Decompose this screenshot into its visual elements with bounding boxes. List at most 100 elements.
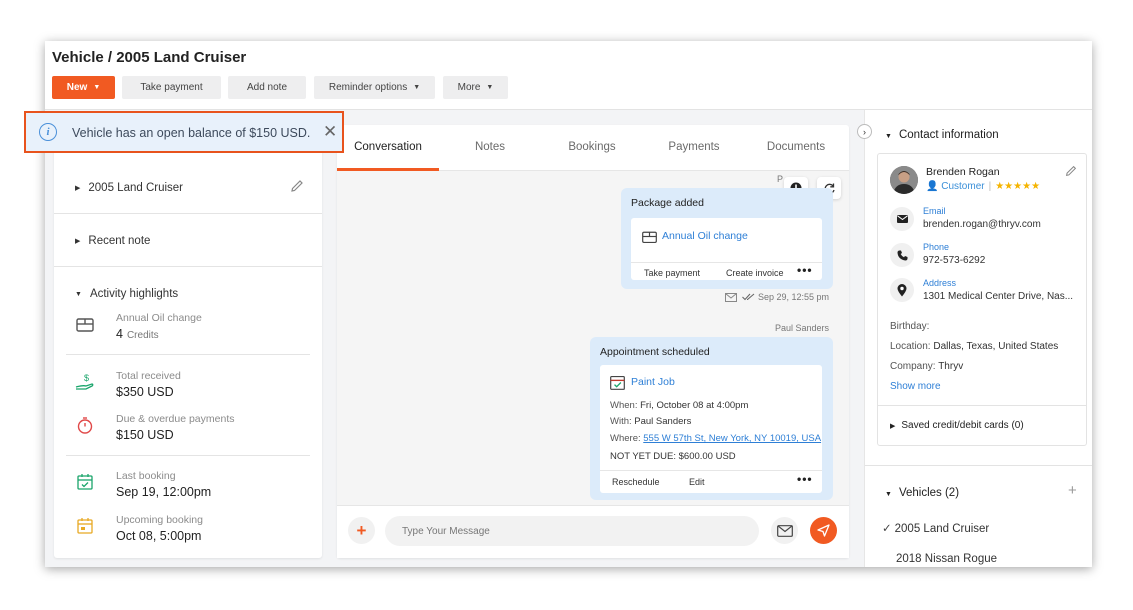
reschedule-action[interactable]: Reschedule: [612, 477, 660, 487]
saved-cards-label: Saved credit/debit cards (0): [901, 420, 1024, 431]
birthday-row: Birthday:: [890, 321, 929, 332]
vehicles-label: Vehicles (2): [898, 487, 960, 499]
vehicle-list-item-selected[interactable]: ✓ 2005 Land Cruiser: [882, 521, 989, 535]
phone-icon: [897, 250, 907, 260]
add-vehicle-icon[interactable]: +: [1068, 482, 1077, 499]
company-label: Company:: [890, 361, 936, 372]
separator: |: [988, 181, 992, 192]
location-label: Location:: [890, 341, 931, 352]
package-item-link[interactable]: Annual Oil change: [662, 230, 748, 242]
divider: [54, 213, 322, 214]
highlight-label: Annual Oil change: [116, 312, 202, 324]
address-label: Address: [923, 278, 957, 288]
credit-unit: Credits: [126, 330, 159, 341]
checkmark-icon: ✓: [882, 523, 892, 535]
caret-down-icon: ▼: [885, 133, 892, 140]
appointment-due-status: NOT YET DUE: $600.00 USD: [610, 451, 736, 462]
appointment-service-link[interactable]: Paint Job: [631, 376, 675, 388]
highlight-value: Sep 19, 12:00pm: [116, 485, 212, 499]
email-value[interactable]: brenden.rogan@thryv.com: [923, 219, 1041, 230]
tab-bar: Conversation Notes Bookings Payments Doc…: [337, 125, 849, 171]
tab-payments[interactable]: Payments: [643, 141, 745, 153]
where-label: Where:: [610, 433, 641, 444]
highlight-label: Due & overdue payments: [116, 413, 235, 425]
edit-pencil-icon[interactable]: [1064, 164, 1078, 178]
take-payment-button[interactable]: Take payment: [122, 76, 221, 99]
highlight-value: $150 USD: [116, 428, 174, 442]
double-check-icon: [742, 293, 755, 301]
add-attachment-button[interactable]: +: [348, 517, 375, 544]
vehicle-name-row[interactable]: ▶ 2005 Land Cruiser: [54, 180, 322, 196]
avatar: [890, 166, 918, 194]
email-channel-button[interactable]: [771, 517, 798, 544]
tab-documents[interactable]: Documents: [745, 141, 847, 153]
phone-row-icon: [890, 243, 914, 267]
highlight-label: Last booking: [116, 470, 176, 482]
message-input[interactable]: [385, 516, 759, 546]
contact-role-row: 👤 Customer | ★★★★★: [926, 181, 1040, 192]
info-icon: i: [39, 123, 57, 141]
take-payment-action[interactable]: Take payment: [644, 268, 700, 278]
vehicles-header[interactable]: ▼ Vehicles (2): [885, 487, 959, 499]
address-link[interactable]: 555 W 57th St, New York, NY 10019, USA: [643, 433, 821, 444]
contact-role: Customer: [941, 181, 985, 192]
divider: [878, 405, 1086, 406]
banner-message: Vehicle has an open balance of $150 USD.: [72, 126, 311, 140]
message-thread[interactable]: P Package added Annual Oil change Take p…: [337, 171, 849, 505]
tab-notes[interactable]: Notes: [439, 141, 541, 153]
address-value[interactable]: 1301 Medical Center Drive, Nas...: [923, 291, 1073, 302]
person-avatar-icon: [890, 166, 918, 194]
vehicle-list-item[interactable]: 2018 Nissan Rogue: [896, 553, 997, 565]
more-button[interactable]: More ▼: [443, 76, 508, 99]
location-value: Dallas, Texas, United States: [933, 341, 1059, 352]
close-icon[interactable]: ✕: [323, 122, 337, 142]
more-options-icon[interactable]: •••: [797, 472, 813, 486]
add-note-button[interactable]: Add note: [228, 76, 306, 99]
more-button-label: More: [457, 82, 481, 93]
contact-information-header[interactable]: ▼ Contact information: [885, 129, 999, 141]
collapse-panel-button[interactable]: ›: [857, 124, 872, 139]
company-row: Company: Thryv: [890, 361, 963, 372]
message-timestamp: Sep 29, 12:55 pm: [758, 292, 830, 302]
rating-stars: ★★★★★: [995, 181, 1041, 192]
location-row: Location: Dallas, Texas, United States: [890, 341, 1058, 352]
send-icon: [817, 524, 830, 537]
caret-down-icon: ▼: [93, 84, 101, 91]
stopwatch-icon: [77, 417, 93, 434]
divider: [600, 470, 822, 471]
map-pin-icon: [897, 283, 907, 296]
divider: [631, 262, 822, 263]
send-button[interactable]: [810, 517, 837, 544]
envelope-icon: [776, 524, 793, 537]
activity-highlights-row[interactable]: ▼ Activity highlights: [54, 286, 322, 302]
caret-down-icon: ▼: [75, 290, 82, 298]
caret-right-icon: ▶: [75, 185, 81, 192]
show-more-link[interactable]: Show more: [890, 381, 941, 392]
recent-note-row[interactable]: ▶ Recent note: [54, 233, 322, 249]
caret-down-icon: ▼: [885, 491, 892, 498]
credit-count: 4: [116, 327, 123, 341]
with-label: With:: [610, 416, 632, 427]
section-label: Contact information: [898, 129, 999, 141]
create-invoice-action[interactable]: Create invoice: [726, 268, 784, 278]
reminder-options-button[interactable]: Reminder options ▼: [314, 76, 435, 99]
tab-conversation[interactable]: Conversation: [337, 141, 439, 153]
page-title: Vehicle / 2005 Land Cruiser: [52, 49, 247, 66]
calendar-check-icon: [610, 375, 625, 390]
address-row-icon: [890, 278, 914, 302]
package-icon: [76, 318, 94, 332]
saved-cards-row[interactable]: ▶ Saved credit/debit cards (0): [890, 420, 1024, 431]
card-title: Package added: [631, 197, 704, 209]
highlight-label: Upcoming booking: [116, 514, 203, 526]
highlight-upcoming-booking: Upcoming booking Oct 08, 5:00pm: [75, 514, 315, 550]
more-options-icon[interactable]: •••: [797, 263, 813, 277]
new-button[interactable]: New ▼: [52, 76, 115, 99]
message-sender: Paul Sanders: [775, 323, 830, 333]
highlight-value: Oct 08, 5:00pm: [116, 529, 202, 543]
edit-pencil-icon[interactable]: [289, 178, 305, 194]
package-timestamp-row: Sep 29, 12:55 pm: [725, 292, 829, 302]
contact-card: Brenden Rogan 👤 Customer | ★★★★★ Email bre…: [877, 153, 1087, 446]
edit-action[interactable]: Edit: [689, 477, 705, 487]
phone-value[interactable]: 972-573-6292: [923, 255, 985, 266]
tab-bookings[interactable]: Bookings: [541, 141, 643, 153]
